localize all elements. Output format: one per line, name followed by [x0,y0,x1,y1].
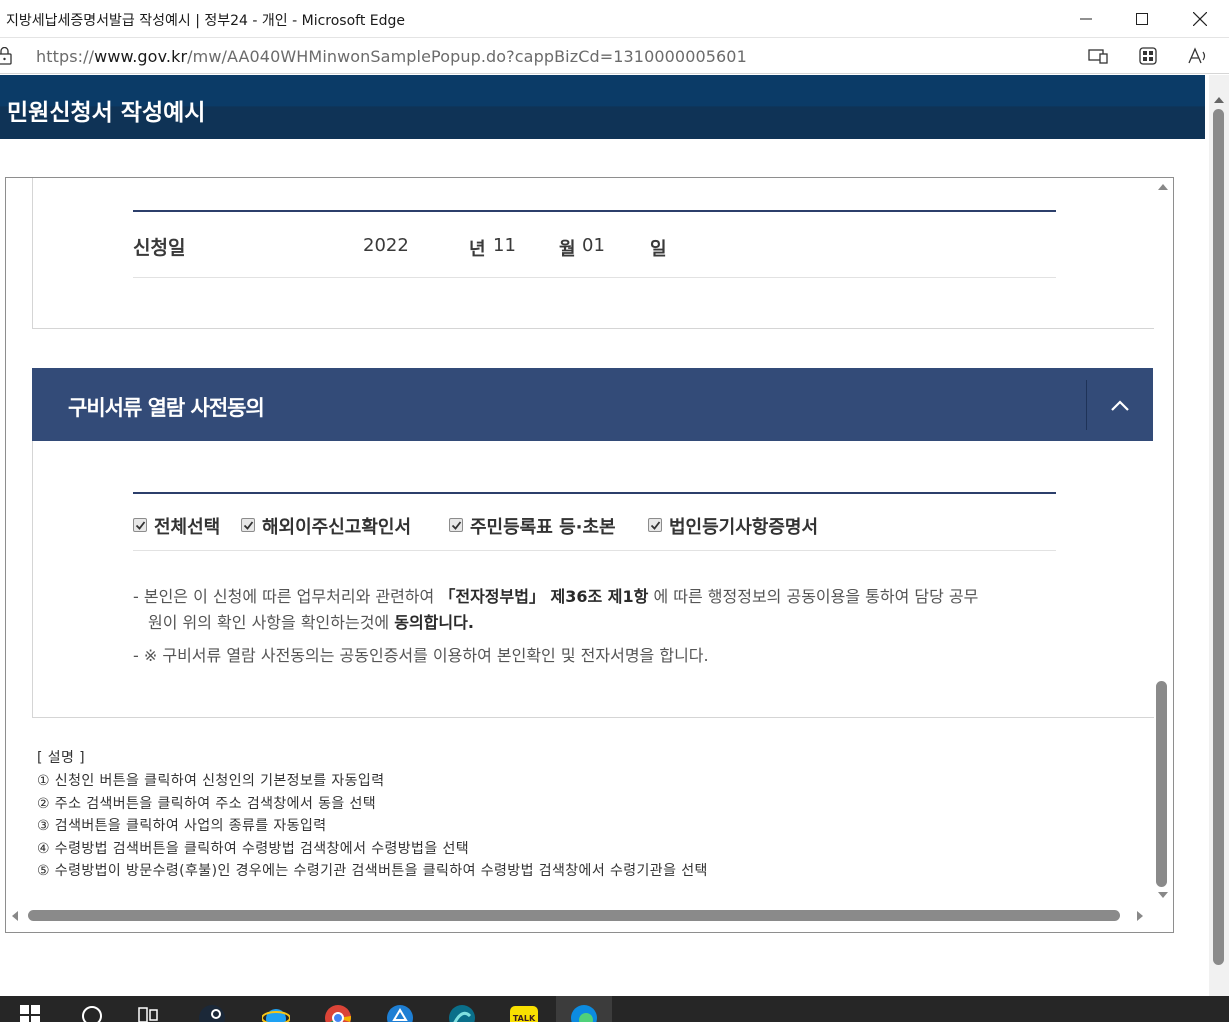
chevron-up-icon [1111,400,1129,411]
window-title-bar: 지방세납세증명서발급 작성예시 | 정부24 - 개인 - Microsoft … [0,0,1229,38]
page-scrollbar-thumb[interactable] [1213,109,1224,965]
page-header: 민원신청서 작성예시 [0,75,1205,139]
app-icon-2[interactable] [438,996,486,1022]
checkbox-emigration-report[interactable]: 해외이주신고확인서 [241,513,441,538]
page-scrollbar[interactable] [1209,75,1229,996]
application-date-label: 신청일 [133,237,186,259]
checkmark-icon [135,521,146,530]
close-button[interactable] [1177,0,1223,38]
checkbox[interactable] [241,518,255,532]
lock-icon[interactable] [0,46,13,69]
consent-note-2: - ※ 구비서류 열람 사전동의는 공동인증서를 이용하여 본인확인 및 전자서… [133,646,709,665]
header-separator [1086,380,1087,430]
consent-section-body [32,441,1154,718]
close-icon [1193,12,1207,26]
divider [133,550,1056,551]
scroll-up-icon[interactable] [1158,184,1168,190]
checkbox-corporate-registry[interactable]: 법인등기사항증명서 [648,513,848,538]
help-heading: [ 설명 ] [37,750,85,766]
note-text: 원이 위의 확인 사항을 확인하는것에 [148,613,395,632]
collapse-toggle-button[interactable] [1100,386,1140,426]
year-unit: 년 [469,239,486,260]
frame-horizontal-scrollbar-thumb[interactable] [28,910,1120,921]
chrome-icon[interactable] [314,996,362,1022]
read-aloud-icon[interactable] [1186,45,1210,67]
minimize-button[interactable] [1063,0,1109,38]
browser-essentials-icon[interactable] [1136,45,1160,67]
frame-vertical-scrollbar[interactable] [1154,178,1172,904]
sample-form-frame: 신청일 2022 년 11 월 01 일 구비서류 열람 사전동의 전체선택 해… [5,177,1174,933]
help-item: ② 주소 검색버튼을 클릭하여 주소 검색창에서 동을 선택 [37,796,377,812]
address-bar[interactable]: https://www.gov.kr/mw/AA040WHMinwonSampl… [0,38,1229,74]
help-item: ⑤ 수령방법이 방문수령(후불)인 경우에는 수령기관 검색버튼을 클릭하여 수… [37,863,708,879]
edge-icon[interactable] [556,996,612,1022]
task-view-icon[interactable] [124,996,172,1022]
month-unit: 월 [559,239,576,260]
url-path: /mw/AA040WHMinwonSamplePopup.do?cappBizC… [187,47,747,66]
checkbox[interactable] [449,518,463,532]
checkbox[interactable] [133,518,147,532]
scroll-right-icon[interactable] [1137,911,1143,921]
checkbox-resident-registration[interactable]: 주민등록표 등·초본 [449,513,649,538]
checkbox-select-all[interactable]: 전체선택 [133,513,233,538]
consent-section-header[interactable]: 구비서류 열람 사전동의 [32,368,1153,441]
window-title: 지방세납세증명서발급 작성예시 | 정부24 - 개인 - Microsoft … [6,13,406,29]
frame-horizontal-scrollbar[interactable] [6,906,1154,926]
agree-text: 동의합니다. [394,613,474,632]
page-title: 민원신청서 작성예시 [7,100,206,126]
kakaotalk-icon[interactable]: TALK [500,996,548,1022]
scroll-down-icon[interactable] [1158,892,1168,898]
frame-vertical-scrollbar-thumb[interactable] [1156,681,1167,887]
scroll-up-icon[interactable] [1214,97,1224,103]
application-month: 11 [493,235,516,256]
help-item: ① 신청인 버튼을 클릭하여 신청인의 기본정보를 자동입력 [37,773,385,789]
law-reference: 「전자정부법」 제36조 제1항 [439,587,649,606]
day-unit: 일 [650,239,667,260]
checkmark-icon [451,521,462,530]
url-text[interactable]: https://www.gov.kr/mw/AA040WHMinwonSampl… [36,47,747,66]
divider [133,210,1056,212]
steam-icon[interactable] [188,996,236,1022]
checkmark-icon [650,521,661,530]
url-domain: www.gov.kr [94,47,188,66]
note-text: - 본인은 이 신청에 따른 업무처리와 관련하여 [133,587,440,606]
scroll-left-icon[interactable] [12,911,18,921]
consent-note-1: - 본인은 이 신청에 따른 업무처리와 관련하여 「전자정부법」 제36조 제… [133,583,978,607]
checkbox-label: 주민등록표 등·초본 [470,517,616,538]
kakaotalk-badge: TALK [513,1014,536,1022]
minimize-icon [1080,18,1092,20]
checkmark-icon [243,521,254,530]
search-icon[interactable] [68,996,116,1022]
url-prefix: https:// [36,47,95,66]
application-day: 01 [582,235,605,256]
consent-section-title: 구비서류 열람 사전동의 [68,396,265,420]
checkbox-label: 해외이주신고확인서 [262,517,412,538]
maximize-button[interactable] [1119,0,1165,38]
maximize-icon [1136,13,1148,25]
taskbar: TALK [0,996,1229,1022]
internet-explorer-icon[interactable] [252,996,300,1022]
checkbox[interactable] [648,518,662,532]
divider [133,277,1056,278]
checkbox-label: 전체선택 [154,517,221,538]
help-item: ③ 검색버튼을 클릭하여 사업의 종류를 자동입력 [37,818,327,834]
checkbox-label: 법인등기사항증명서 [669,517,819,538]
consent-note-1-line2: 원이 위의 확인 사항을 확인하는것에 동의합니다. [148,609,474,633]
note-text: 에 따른 행정정보의 공동이용을 통하여 담당 공무 [648,587,979,606]
app-icon[interactable] [376,996,424,1022]
application-year: 2022 [363,235,409,256]
divider [133,492,1056,494]
help-item: ④ 수령방법 검색버튼을 클릭하여 수령방법 검색창에서 수령방법을 선택 [37,841,470,857]
app-available-icon[interactable] [1086,45,1110,67]
windows-start-icon[interactable] [6,996,54,1022]
